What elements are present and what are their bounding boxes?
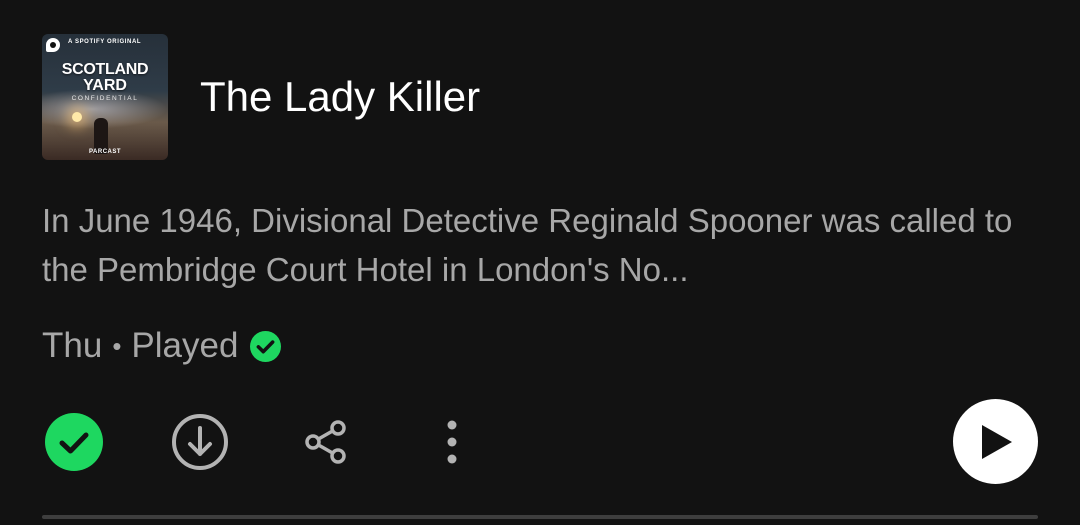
cover-brand: PARCAST — [88, 149, 122, 155]
share-icon — [305, 420, 346, 464]
share-button[interactable] — [300, 412, 352, 472]
row-divider — [42, 515, 1038, 519]
episode-day: Thu — [42, 326, 103, 365]
cover-title-line3: CONFIDENTIAL — [71, 95, 139, 102]
check-circle-filled-icon — [45, 413, 103, 471]
more-vertical-icon — [447, 420, 457, 464]
episode-actions — [0, 398, 1080, 484]
episode-header: A SPOTIFY ORIGINAL SCOTLAND YARD CONFIDE… — [42, 34, 480, 160]
cover-badge-text: A SPOTIFY ORIGINAL — [68, 39, 142, 45]
play-icon — [981, 424, 1012, 459]
episode-meta: Thu • Played — [42, 324, 282, 368]
episode-row[interactable]: A SPOTIFY ORIGINAL SCOTLAND YARD CONFIDE… — [0, 0, 1080, 525]
episode-title[interactable]: The Lady Killer — [200, 73, 480, 121]
meta-separator: • — [112, 330, 122, 361]
more-options-button[interactable] — [430, 412, 474, 472]
download-circle-icon — [172, 414, 228, 470]
podcast-cover-art: A SPOTIFY ORIGINAL SCOTLAND YARD CONFIDE… — [42, 34, 168, 160]
episode-description: In June 1946, Divisional Detective Regin… — [42, 202, 1013, 288]
spotify-original-icon — [46, 38, 60, 52]
mark-played-button[interactable] — [44, 412, 104, 472]
play-button[interactable] — [953, 399, 1038, 484]
played-check-icon — [250, 330, 282, 362]
cover-title-line2: YARD — [83, 77, 127, 94]
cover-lamp — [72, 112, 82, 122]
download-button[interactable] — [170, 412, 230, 472]
played-status: Played — [131, 326, 239, 365]
